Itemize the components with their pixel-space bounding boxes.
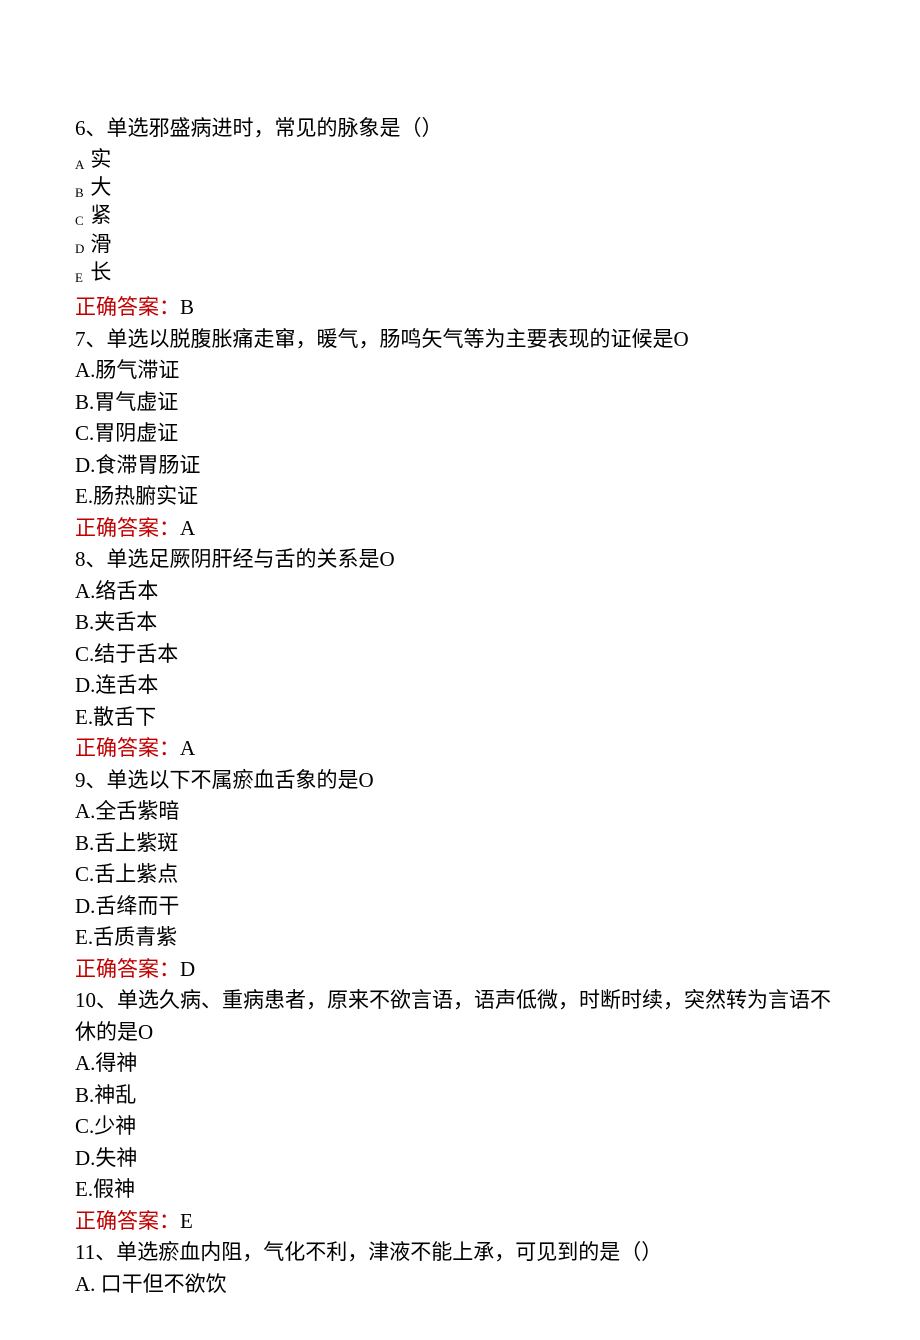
answer-value: D bbox=[180, 957, 195, 981]
q9-answer: 正确答案：D bbox=[75, 954, 845, 986]
answer-label: 正确答案： bbox=[75, 295, 180, 319]
q6-letter-d: D bbox=[75, 235, 84, 263]
q6-opt-b: 大 bbox=[90, 173, 111, 201]
q8-opt-b: B.夹舌本 bbox=[75, 607, 845, 639]
q7-opt-c: C.胃阴虚证 bbox=[75, 418, 845, 450]
answer-label: 正确答案： bbox=[75, 957, 180, 981]
q10-stem: 10、单选久病、重病患者，原来不欲言语，语声低微，时断时续，突然转为言语不休的是… bbox=[75, 985, 845, 1048]
q8-opt-e: E.散舌下 bbox=[75, 702, 845, 734]
q6-letter-b: B bbox=[75, 179, 84, 207]
q6-letter-e: E bbox=[75, 264, 84, 292]
q8-stem: 8、单选足厥阴肝经与舌的关系是O bbox=[75, 544, 845, 576]
q9-opt-a: A.全舌紫暗 bbox=[75, 796, 845, 828]
q10-opt-d: D.失神 bbox=[75, 1143, 845, 1175]
answer-label: 正确答案： bbox=[75, 516, 180, 540]
q6-opt-e: 长 bbox=[90, 258, 111, 286]
answer-value: A bbox=[180, 516, 195, 540]
q11-opt-a: A. 口干但不欲饮 bbox=[75, 1269, 845, 1301]
q6-letter-a: A bbox=[75, 151, 84, 179]
answer-value: E bbox=[180, 1209, 193, 1233]
q10-opt-e: E.假神 bbox=[75, 1174, 845, 1206]
q8-opt-a: A.络舌本 bbox=[75, 576, 845, 608]
q9-stem: 9、单选以下不属瘀血舌象的是O bbox=[75, 765, 845, 797]
q6-opt-a: 实 bbox=[90, 145, 111, 173]
q10-opt-a: A.得神 bbox=[75, 1048, 845, 1080]
answer-label: 正确答案： bbox=[75, 1209, 180, 1233]
q7-opt-b: B.胃气虚证 bbox=[75, 387, 845, 419]
q6-options-block: A B C D E 实 大 紧 滑 长 bbox=[75, 145, 845, 293]
q10-answer: 正确答案：E bbox=[75, 1206, 845, 1238]
q8-opt-c: C.结于舌本 bbox=[75, 639, 845, 671]
q7-opt-d: D.食滞胃肠证 bbox=[75, 450, 845, 482]
q11-stem: 11、单选瘀血内阻，气化不利，津液不能上承，可见到的是（） bbox=[75, 1237, 845, 1269]
q7-answer: 正确答案：A bbox=[75, 513, 845, 545]
q9-opt-e: E.舌质青紫 bbox=[75, 922, 845, 954]
document-page: 6、单选邪盛病进时，常见的脉象是（） A B C D E 实 大 紧 滑 长 正… bbox=[0, 0, 920, 1340]
q7-opt-e: E.肠热腑实证 bbox=[75, 481, 845, 513]
q6-letters-column: A B C D E bbox=[75, 145, 84, 293]
q6-letter-c: C bbox=[75, 207, 84, 235]
q9-opt-c: C.舌上紫点 bbox=[75, 859, 845, 891]
q8-answer: 正确答案：A bbox=[75, 733, 845, 765]
answer-label: 正确答案： bbox=[75, 736, 180, 760]
q6-stem: 6、单选邪盛病进时，常见的脉象是（） bbox=[75, 113, 845, 145]
q6-answer: 正确答案：B bbox=[75, 292, 845, 324]
q9-opt-b: B.舌上紫斑 bbox=[75, 828, 845, 860]
q6-opt-c: 紧 bbox=[90, 201, 111, 229]
answer-value: B bbox=[180, 295, 194, 319]
q6-opts-column: 实 大 紧 滑 长 bbox=[90, 145, 111, 287]
q6-opt-d: 滑 bbox=[90, 230, 111, 258]
q9-opt-d: D.舌绛而干 bbox=[75, 891, 845, 923]
q10-opt-c: C.少神 bbox=[75, 1111, 845, 1143]
q10-opt-b: B.神乱 bbox=[75, 1080, 845, 1112]
q7-opt-a: A.肠气滞证 bbox=[75, 355, 845, 387]
answer-value: A bbox=[180, 736, 195, 760]
q8-opt-d: D.连舌本 bbox=[75, 670, 845, 702]
q7-stem: 7、单选以脱腹胀痛走窜，暖气，肠鸣矢气等为主要表现的证候是O bbox=[75, 324, 845, 356]
